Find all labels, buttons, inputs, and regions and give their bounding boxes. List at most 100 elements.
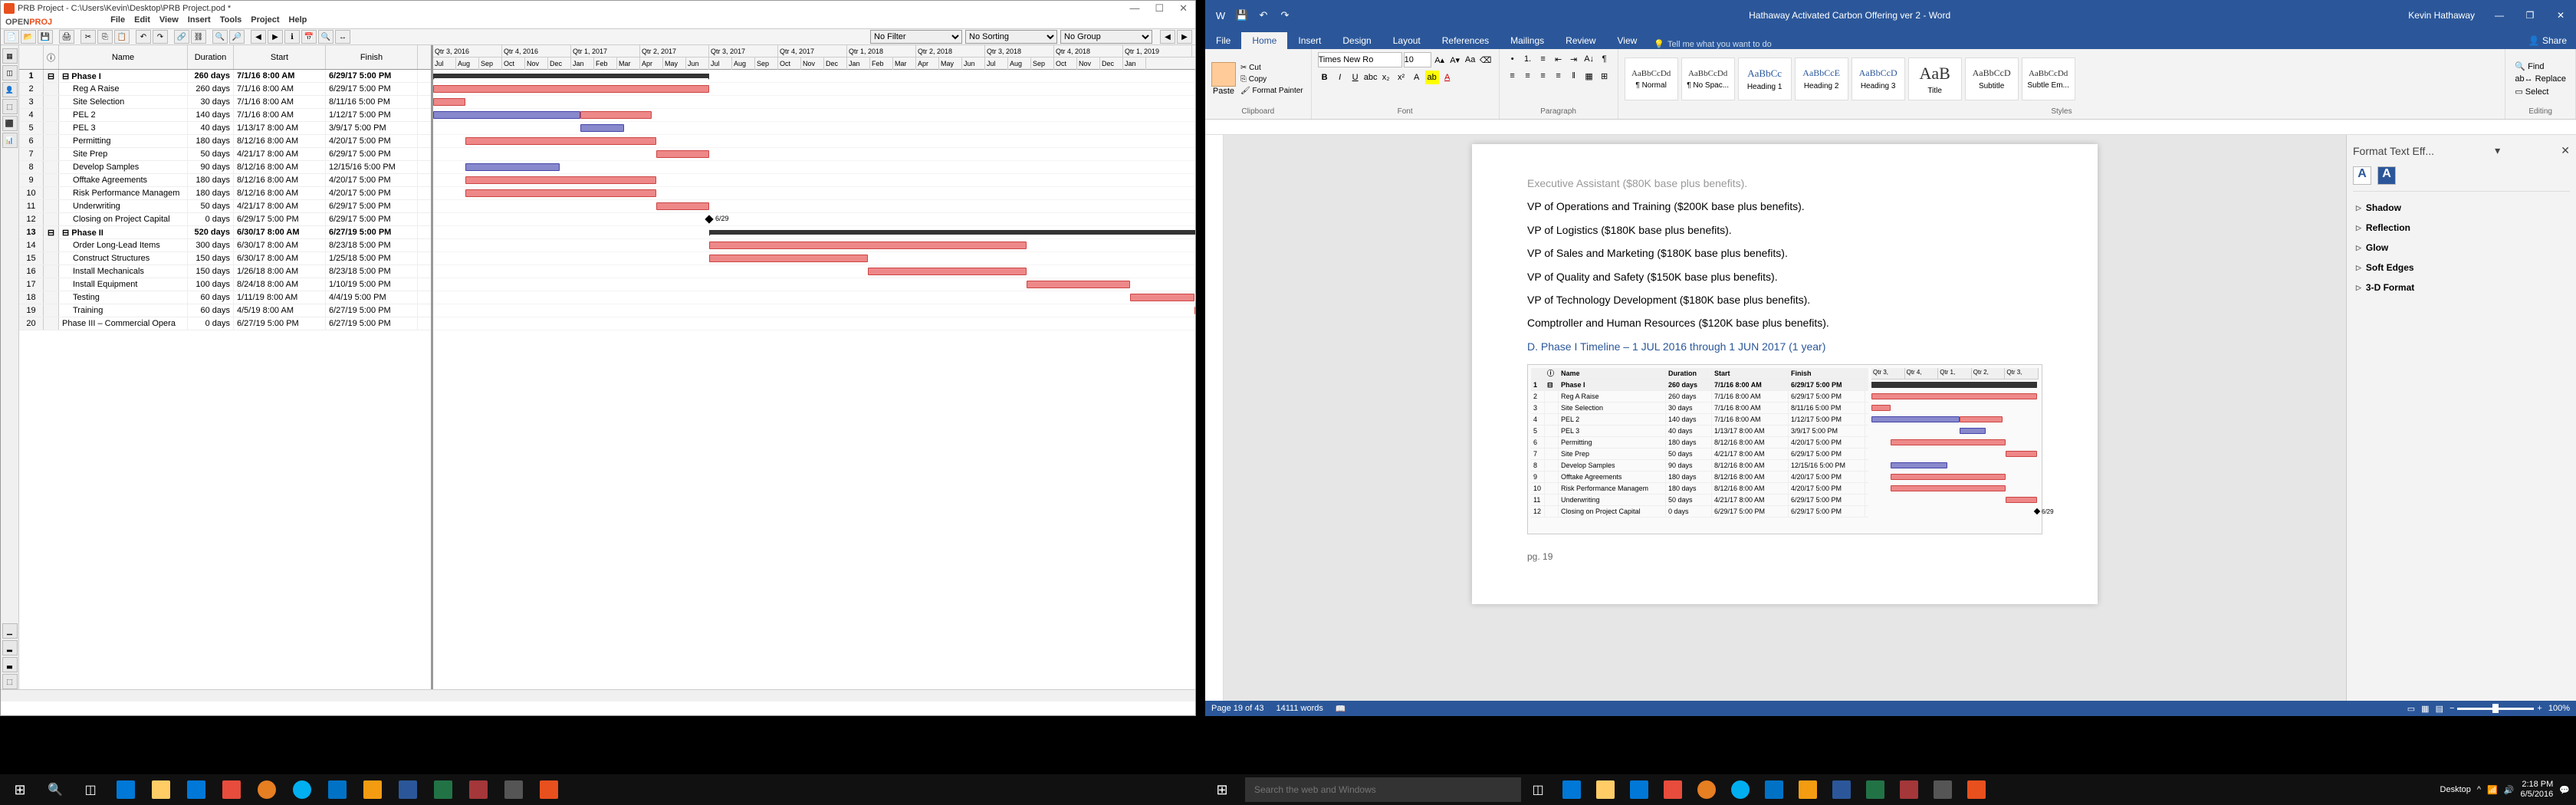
style--no-spac-[interactable]: AaBbCcDd¶ No Spac... (1681, 58, 1735, 100)
doc-line[interactable]: VP of Logistics ($180K base plus benefit… (1527, 222, 2042, 238)
task-name-cell[interactable]: Closing on Project Capital (59, 213, 188, 225)
gantt-row[interactable] (433, 135, 1195, 148)
tab-insert[interactable]: Insert (1287, 32, 1332, 49)
taskbar-app-access-2[interactable] (1892, 774, 1926, 805)
task-name-cell[interactable]: Install Mechanicals (59, 265, 188, 278)
italic-button[interactable]: I (1333, 71, 1347, 84)
align-right-button[interactable]: ≡ (1536, 69, 1550, 83)
taskbar-app-discord-2[interactable] (1791, 774, 1825, 805)
row-number[interactable]: 11 (19, 200, 44, 212)
col-duration[interactable]: Duration (188, 45, 234, 69)
undo-button[interactable]: ↶ (1254, 6, 1273, 25)
none-button[interactable]: ⬚ (2, 674, 18, 689)
resources-view-button[interactable]: 👤 (2, 82, 18, 97)
search-button[interactable]: 🔍 (38, 774, 72, 805)
gantt-row[interactable] (433, 70, 1195, 83)
superscript-button[interactable]: x² (1395, 71, 1408, 84)
task-duration-cell[interactable]: 50 days (188, 200, 234, 212)
task-finish-cell[interactable]: 1/12/17 5:00 PM (326, 109, 418, 121)
row-number[interactable]: 9 (19, 174, 44, 186)
gantt-bar[interactable] (433, 85, 709, 93)
task-duration-cell[interactable]: 90 days (188, 161, 234, 173)
task-finish-cell[interactable]: 6/27/19 5:00 PM (326, 226, 418, 238)
line-spacing-button[interactable]: ‖ (1567, 69, 1581, 83)
task-finish-cell[interactable]: 8/23/18 5:00 PM (326, 239, 418, 251)
minimize-button[interactable]: — (2484, 0, 2515, 31)
restore-button[interactable]: ❐ (2515, 0, 2545, 31)
chart-button[interactable]: ▂ (2, 640, 18, 656)
open-button[interactable]: 📂 (21, 30, 36, 44)
task-start-cell[interactable]: 7/1/16 8:00 AM (234, 70, 326, 82)
tab-file[interactable]: File (1205, 32, 1241, 49)
print-button[interactable]: 🖨 (59, 30, 74, 44)
task-start-cell[interactable]: 8/12/16 8:00 AM (234, 174, 326, 186)
gantt-bar[interactable] (465, 176, 656, 184)
tray-network-icon[interactable]: 📶 (2487, 785, 2498, 795)
gantt-row[interactable] (433, 161, 1195, 174)
row-number[interactable]: 20 (19, 317, 44, 330)
gantt-view-button[interactable]: ▦ (2, 48, 18, 64)
task-duration-cell[interactable]: 0 days (188, 317, 234, 330)
pane-item-reflection[interactable]: Reflection (2353, 218, 2570, 238)
task-duration-cell[interactable]: 260 days (188, 70, 234, 82)
gantt-bar[interactable] (433, 98, 465, 106)
row-number[interactable]: 15 (19, 252, 44, 264)
task-row[interactable]: 10Risk Performance Managem180 days8/12/1… (19, 187, 431, 200)
task-finish-cell[interactable]: 4/20/17 5:00 PM (326, 187, 418, 199)
task-row[interactable]: 9Offtake Agreements180 days8/12/16 8:00 … (19, 174, 431, 187)
undo-button[interactable]: ↶ (136, 30, 151, 44)
document-page[interactable]: Executive Assistant ($80K base plus bene… (1472, 144, 2098, 604)
task-duration-cell[interactable]: 150 days (188, 252, 234, 264)
task-start-cell[interactable]: 1/11/19 8:00 AM (234, 291, 326, 304)
gantt-row[interactable] (433, 278, 1195, 291)
menu-edit[interactable]: Edit (131, 15, 153, 29)
replace-button[interactable]: ab↔ Replace (2512, 74, 2569, 84)
bullets-button[interactable]: • (1506, 52, 1520, 66)
task-finish-cell[interactable]: 6/29/17 5:00 PM (326, 200, 418, 212)
status-words[interactable]: 14111 words (1276, 704, 1323, 713)
nav-next-button[interactable]: ▶ (1177, 30, 1192, 44)
grow-font-button[interactable]: A▴ (1433, 53, 1447, 67)
increase-indent-button[interactable]: ⇥ (1567, 52, 1581, 66)
copy-button[interactable]: ⎘ (97, 30, 113, 44)
col-finish[interactable]: Finish (326, 45, 418, 69)
histogram-button[interactable]: ▁ (2, 623, 18, 639)
task-finish-cell[interactable]: 6/29/17 5:00 PM (326, 70, 418, 82)
row-number[interactable]: 5 (19, 122, 44, 134)
new-button[interactable]: 📄 (4, 30, 19, 44)
justify-button[interactable]: ≡ (1552, 69, 1566, 83)
wbs-view-button[interactable]: ⬚ (2, 99, 18, 114)
task-finish-cell[interactable]: 1/10/19 5:00 PM (326, 278, 418, 291)
task-name-cell[interactable]: Underwriting (59, 200, 188, 212)
task-start-cell[interactable]: 8/12/16 8:00 AM (234, 187, 326, 199)
gantt-row[interactable] (433, 265, 1195, 278)
redo-button[interactable]: ↷ (1276, 6, 1294, 25)
start-button[interactable]: ⊞ (3, 774, 37, 805)
gantt-bar[interactable] (433, 74, 709, 78)
nav-prev-button[interactable]: ◀ (1160, 30, 1175, 44)
taskbar-app-openproj[interactable] (532, 774, 566, 805)
task-name-cell[interactable]: Phase III – Commercial Opera (59, 317, 188, 330)
redo-button[interactable]: ↷ (153, 30, 168, 44)
task-start-cell[interactable]: 7/1/16 8:00 AM (234, 83, 326, 95)
doc-line[interactable]: Executive Assistant ($80K base plus bene… (1527, 175, 2042, 192)
task-finish-cell[interactable]: 6/29/17 5:00 PM (326, 213, 418, 225)
task-finish-cell[interactable]: 12/15/16 5:00 PM (326, 161, 418, 173)
pane-item-glow[interactable]: Glow (2353, 238, 2570, 258)
task-view-button[interactable]: ◫ (74, 774, 107, 805)
multilevel-button[interactable]: ≡ (1536, 52, 1550, 66)
task-duration-cell[interactable]: 520 days (188, 226, 234, 238)
task-duration-cell[interactable]: 40 days (188, 122, 234, 134)
task-row[interactable]: 4PEL 2140 days7/1/16 8:00 AM1/12/17 5:00… (19, 109, 431, 122)
horizontal-ruler[interactable] (1205, 120, 2576, 135)
task-row[interactable]: 12Closing on Project Capital0 days6/29/1… (19, 213, 431, 226)
gantt-row[interactable] (433, 226, 1195, 239)
tray-notifications-icon[interactable]: 💬 (2559, 785, 2570, 795)
pane-close-button[interactable]: ✕ (2561, 144, 2570, 157)
taskbar-app-edge[interactable] (109, 774, 143, 805)
doc-line[interactable]: VP of Sales and Marketing ($180K base pl… (1527, 245, 2042, 261)
read-mode-button[interactable]: ▭ (2407, 704, 2415, 714)
task-row[interactable]: 8Develop Samples90 days8/12/16 8:00 AM12… (19, 161, 431, 174)
status-proof-icon[interactable]: 📖 (1336, 704, 1346, 714)
highlight-button[interactable]: ab (1425, 71, 1439, 84)
